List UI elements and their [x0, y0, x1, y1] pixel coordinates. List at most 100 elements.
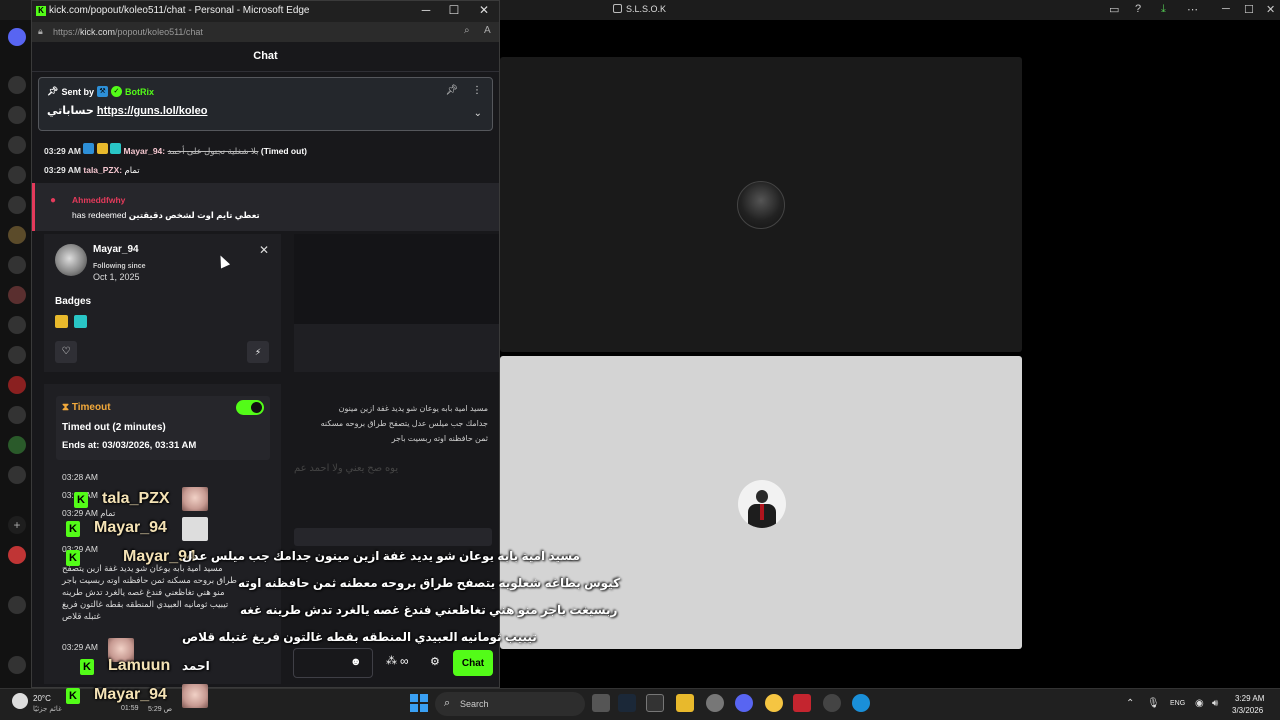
- send-chat-button[interactable]: Chat: [453, 650, 493, 676]
- badge-icon[interactable]: [74, 315, 87, 328]
- discord-taskbar-icon[interactable]: [735, 694, 753, 712]
- app-icon[interactable]: [823, 694, 841, 712]
- chat-area: [294, 324, 499, 372]
- close-button[interactable]: ✕: [470, 3, 498, 17]
- windows-start-icon[interactable]: [410, 694, 428, 712]
- file-explorer-icon[interactable]: [676, 694, 694, 712]
- follow-heart-button[interactable]: ♡: [55, 341, 77, 363]
- crown-badge-icon[interactable]: [55, 315, 68, 328]
- user-icon[interactable]: [8, 596, 26, 614]
- weather-icon[interactable]: [12, 693, 28, 709]
- zoom-icon[interactable]: ⌕: [464, 25, 470, 36]
- server-icon[interactable]: [8, 166, 26, 184]
- pinned-link[interactable]: https://guns.lol/koleo: [97, 105, 208, 117]
- clock-time[interactable]: 3:29 AM: [1235, 694, 1264, 703]
- app-icon: [613, 4, 622, 13]
- server-icon[interactable]: [8, 346, 26, 364]
- pin-icon: 📌︎: [47, 86, 59, 96]
- chat-message[interactable]: 03:29 AM tala_PZX: تمام: [44, 165, 140, 176]
- add-server-icon[interactable]: +: [8, 516, 26, 534]
- server-icon[interactable]: [8, 76, 26, 94]
- taskbar-time-b: 5:29 ص: [148, 706, 173, 713]
- close-icon[interactable]: ✕: [259, 243, 269, 257]
- pinned-text: حساباتي https://guns.lol/koleo: [47, 104, 207, 117]
- participant-avatar: [737, 181, 785, 229]
- microphone-icon[interactable]: 🎙︎: [1147, 698, 1160, 709]
- chevron-down-icon[interactable]: ⌄: [474, 108, 482, 119]
- edge-window-title: kick.com/popout/koleo511/chat - Personal…: [49, 5, 310, 16]
- gear-icon[interactable]: ⚙: [430, 655, 440, 668]
- close-icon[interactable]: ✕: [1266, 3, 1275, 16]
- picture-in-picture-icon[interactable]: ▭: [1109, 3, 1119, 16]
- server-icon[interactable]: [8, 136, 26, 154]
- profile-name[interactable]: Mayar_94: [93, 244, 139, 255]
- download-icon[interactable]: ⤓: [1161, 3, 1166, 16]
- edge-titlebar: K kick.com/popout/koleo511/chat - Person…: [32, 1, 499, 22]
- channel-points-icon[interactable]: ⁂: [386, 654, 397, 667]
- message-text: تمام: [124, 165, 140, 175]
- chat-message[interactable]: 03:29 AM Mayar_94: بلا شغلية نجنول على أ…: [44, 143, 307, 157]
- app-icon[interactable]: [765, 694, 783, 712]
- pinned-text-prefix: حساباتي: [47, 105, 94, 117]
- history-line: 03:29 AM: [62, 642, 98, 652]
- help-icon[interactable]: ?: [1135, 3, 1141, 15]
- timeout-toggle[interactable]: [236, 400, 264, 415]
- edge-taskbar-icon[interactable]: [852, 694, 870, 712]
- language-indicator[interactable]: ENG: [1170, 700, 1185, 707]
- server-icon[interactable]: [8, 376, 26, 394]
- infinity-icon[interactable]: ∞: [400, 654, 409, 668]
- message-user[interactable]: Mayar_94:: [124, 146, 166, 156]
- kick-logo-icon: K: [66, 688, 80, 704]
- avatar[interactable]: [55, 244, 87, 276]
- wifi-icon[interactable]: ◉: [1195, 698, 1204, 709]
- server-icon[interactable]: [8, 316, 26, 334]
- user-icon[interactable]: [8, 656, 26, 674]
- server-icon[interactable]: [8, 466, 26, 484]
- pin-actions: 📌︎ ⋮: [445, 85, 482, 96]
- timeout-card: ⧗ Timeout Timed out (2 minutes) Ends at:…: [56, 396, 270, 460]
- discord-icon[interactable]: [8, 28, 26, 46]
- reply-bar[interactable]: [294, 528, 492, 546]
- history-line: 03:28 AM: [62, 472, 98, 482]
- redeem-user[interactable]: Ahmeddfwhy: [72, 195, 125, 205]
- taskview-icon[interactable]: [592, 694, 610, 712]
- unpin-icon[interactable]: 📌︎: [445, 85, 458, 96]
- more-options-icon[interactable]: ⋮: [472, 85, 482, 96]
- server-icon[interactable]: [8, 406, 26, 424]
- maximize-button[interactable]: ☐: [440, 3, 468, 17]
- message-user[interactable]: tala_PZX:: [83, 165, 122, 175]
- verified-badge-icon: ✓: [110, 86, 122, 97]
- search-icon: ⌕: [444, 697, 451, 709]
- overlay-avatar: [182, 684, 208, 708]
- emoji-icon[interactable]: ☻: [350, 656, 362, 668]
- server-icon[interactable]: [8, 286, 26, 304]
- minimize-icon[interactable]: ─: [1222, 3, 1230, 15]
- taskbar-search[interactable]: [435, 692, 585, 716]
- new-badge-icon[interactable]: [8, 546, 26, 564]
- tray-chevron-icon[interactable]: ⌃: [1126, 698, 1134, 709]
- clock-date[interactable]: 3/3/2026: [1232, 706, 1263, 715]
- pinned-message[interactable]: 📌︎ Sent by ⚒ ✓ BotRix حساباتي https://gu…: [38, 77, 493, 131]
- settings-app-icon[interactable]: [706, 694, 724, 712]
- minimize-button[interactable]: ─: [412, 3, 440, 17]
- server-icon[interactable]: [8, 226, 26, 244]
- url-text[interactable]: https://kick.com/popout/koleo511/chat: [53, 27, 203, 37]
- read-aloud-icon[interactable]: A: [484, 25, 491, 36]
- volume-icon[interactable]: 🔊︎: [1212, 698, 1218, 709]
- server-icon[interactable]: [8, 436, 26, 454]
- app-icon[interactable]: [793, 694, 811, 712]
- epic-games-icon[interactable]: [646, 694, 664, 712]
- maximize-icon[interactable]: ☐: [1244, 3, 1254, 16]
- server-icon[interactable]: [8, 256, 26, 274]
- weather-temp[interactable]: 20°C: [33, 694, 51, 703]
- server-icon[interactable]: [8, 196, 26, 214]
- address-bar[interactable]: 🔒︎ https://kick.com/popout/koleo511/chat…: [32, 22, 499, 42]
- pinned-sender-name[interactable]: BotRix: [125, 87, 154, 97]
- badge-icon: [83, 143, 95, 154]
- mod-tools-button[interactable]: ⚡: [247, 341, 269, 363]
- more-icon[interactable]: ⋯: [1187, 3, 1198, 16]
- taskbar-search-label: Search: [460, 699, 489, 709]
- app-title: S.L.S.O.K: [626, 4, 667, 14]
- server-icon[interactable]: [8, 106, 26, 124]
- steam-icon[interactable]: [618, 694, 636, 712]
